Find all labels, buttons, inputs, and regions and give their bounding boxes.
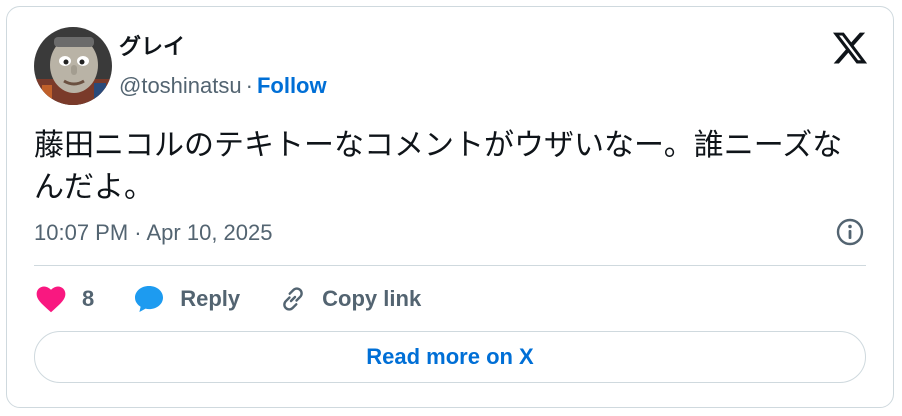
display-name[interactable]: グレイ — [119, 33, 185, 61]
post-text: 藤田ニコルのテキトーなコメントがウザいなー。誰ニーズなんだよ。 — [34, 129, 843, 204]
speech-bubble-icon — [132, 282, 166, 316]
link-icon — [276, 282, 310, 316]
heart-icon — [34, 282, 68, 316]
avatar[interactable] — [34, 27, 112, 105]
read-more-button[interactable]: Read more on X — [34, 331, 866, 383]
info-icon[interactable] — [835, 217, 865, 247]
action-bar: 8 Reply Copy link — [34, 279, 421, 319]
copy-link-label: Copy link — [322, 286, 422, 311]
like-button[interactable]: 8 — [34, 282, 94, 316]
embedded-post-card: グレイ @toshinatsu · Follow 藤田ニコルのテキトーなコメントがウ… — [6, 6, 894, 408]
post-timestamp[interactable]: 10:07 PM · Apr 10, 2025 — [34, 219, 273, 247]
handle-row: @toshinatsu · Follow — [119, 72, 327, 100]
avatar-face-icon — [34, 27, 112, 105]
user-handle[interactable]: @toshinatsu — [119, 73, 242, 98]
follow-button[interactable]: Follow — [257, 73, 327, 98]
like-count: 8 — [82, 286, 95, 311]
copy-link-button[interactable]: Copy link — [276, 282, 421, 316]
x-logo-icon[interactable] — [831, 29, 869, 67]
separator-dot: · — [245, 73, 253, 98]
reply-label: Reply — [180, 286, 241, 311]
reply-button[interactable]: Reply — [132, 282, 240, 316]
divider — [34, 265, 866, 266]
